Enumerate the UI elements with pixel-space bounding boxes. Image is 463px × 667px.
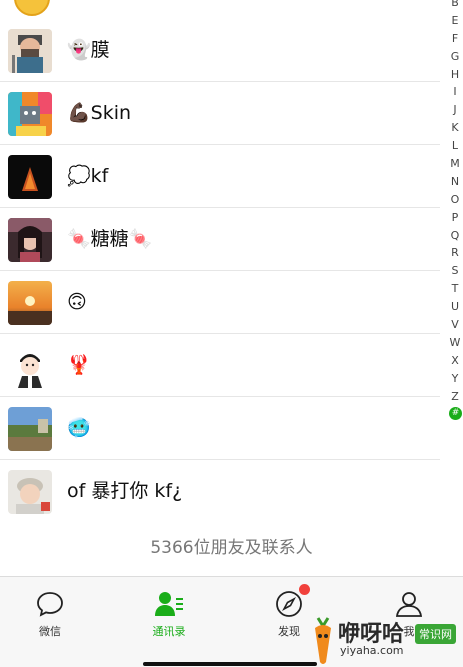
index-letter[interactable]: G: [448, 48, 462, 66]
list-item[interactable]: 🙃: [0, 271, 440, 334]
index-letter[interactable]: S: [448, 262, 462, 280]
index-letter[interactable]: B: [448, 0, 462, 12]
index-letter[interactable]: V: [448, 316, 462, 334]
tab-label: 通讯录: [152, 625, 186, 638]
home-indicator: [143, 662, 317, 666]
list-item[interactable]: 🦞: [0, 334, 440, 397]
avatar: [8, 281, 52, 325]
index-letter[interactable]: P: [448, 209, 462, 227]
contact-count: 5366位朋友及联系人: [0, 520, 463, 576]
index-letter[interactable]: Y: [448, 370, 462, 388]
index-letter[interactable]: L: [448, 137, 462, 155]
alphabet-index[interactable]: B E F G H I J K L M N O P Q R S T U V W X Y Z #: [448, 0, 462, 421]
list-item[interactable]: 💪🏿Skin: [0, 82, 440, 145]
chat-bubble-icon: [15, 589, 85, 619]
contact-name: 🍬糖糖🍬: [67, 228, 153, 250]
contact-name: 🙃: [67, 291, 87, 313]
avatar: [8, 344, 52, 388]
tab-label: 微信: [39, 625, 61, 638]
index-letter[interactable]: J: [448, 101, 462, 119]
index-letter[interactable]: F: [448, 30, 462, 48]
index-letter[interactable]: U: [448, 298, 462, 316]
index-letter[interactable]: N: [448, 173, 462, 191]
index-letter[interactable]: T: [448, 280, 462, 298]
list-item[interactable]: 👻膜: [0, 19, 440, 82]
contact-name: of 暴打你 kf¿: [67, 480, 183, 502]
list-item[interactable]: 💭kf: [0, 145, 440, 208]
watermark: 咿呀哈 常识网 yiyaha.com: [306, 612, 463, 666]
avatar: [8, 407, 52, 451]
notification-dot: [299, 584, 310, 595]
index-letter[interactable]: O: [448, 191, 462, 209]
index-letter[interactable]: W: [448, 334, 462, 352]
carrot-icon: [315, 617, 331, 664]
avatar: [8, 29, 52, 73]
list-item[interactable]: 🥶: [0, 397, 440, 460]
index-letter[interactable]: E: [448, 12, 462, 30]
contact-name: 💪🏿Skin: [67, 102, 132, 124]
index-letter[interactable]: K: [448, 119, 462, 137]
contact-name: 👻膜: [67, 39, 110, 61]
list-item[interactable]: 🍬糖糖🍬: [0, 208, 440, 271]
index-letter[interactable]: R: [448, 244, 462, 262]
contact-name: 🦞: [67, 354, 91, 376]
tab-contacts[interactable]: 通讯录: [134, 589, 204, 639]
index-letter[interactable]: H: [448, 66, 462, 84]
index-letter[interactable]: I: [448, 83, 462, 101]
contact-name: 🥶: [67, 417, 91, 439]
watermark-badge: 常识网: [415, 624, 456, 644]
contact-name: 💭kf: [67, 165, 109, 187]
tab-chats[interactable]: 微信: [15, 589, 85, 639]
avatar[interactable]: [14, 0, 50, 16]
index-letter[interactable]: Q: [448, 227, 462, 245]
avatar: [8, 92, 52, 136]
list-item[interactable]: of 暴打你 kf¿: [0, 460, 440, 523]
index-hash[interactable]: #: [449, 407, 462, 421]
index-letter[interactable]: M: [448, 155, 462, 173]
index-letter[interactable]: X: [448, 352, 462, 370]
contacts-icon: [134, 589, 204, 619]
index-letter[interactable]: Z: [448, 388, 462, 406]
avatar: [8, 155, 52, 199]
avatar: [8, 218, 52, 262]
avatar: [8, 470, 52, 514]
watermark-site: yiyaha.com: [340, 644, 404, 657]
